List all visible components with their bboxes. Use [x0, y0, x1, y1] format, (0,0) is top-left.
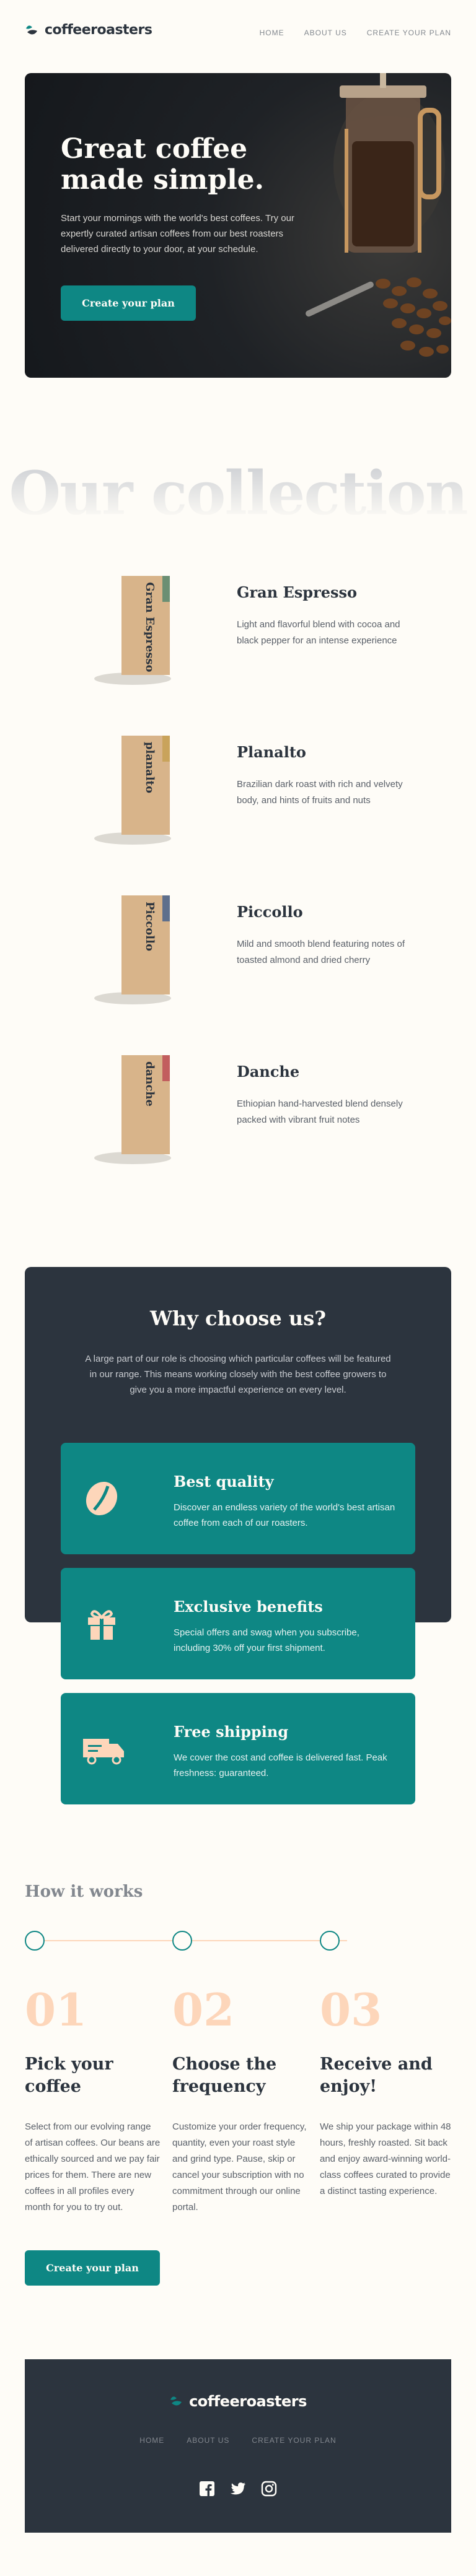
feature-title: Best quality: [174, 1473, 274, 1490]
footer-nav-about-us[interactable]: ABOUT US: [187, 2436, 229, 2445]
step-text: Customize your order frequency, quantity…: [172, 2121, 307, 2213]
svg-text:planalto: planalto: [143, 742, 156, 793]
feature-text: Discover an endless variety of the world…: [174, 1502, 395, 1528]
product-description: Ethiopian hand-harvested blend densely p…: [237, 1099, 403, 1125]
hero-description: Start your mornings with the world's bes…: [61, 213, 294, 255]
footer-logo[interactable]: coffeeroasters: [25, 2393, 451, 2410]
product-description: Brazilian dark roast with rich and velve…: [237, 779, 403, 806]
feature-title: Free shipping: [174, 1723, 289, 1741]
logo-text: coffeeroasters: [189, 2393, 307, 2410]
product-description: Mild and smooth blend featuring notes of…: [237, 939, 405, 965]
why-title: Why choose us?: [150, 1307, 326, 1330]
french-press-image: [306, 73, 451, 357]
how-it-works-heading: How it works: [25, 1882, 143, 1901]
social-links: [25, 2481, 451, 2497]
feature-title: Exclusive benefits: [174, 1598, 323, 1616]
product-card: danche Danche Ethiopian hand-harvested b…: [0, 1049, 476, 1191]
bag-stripe: [162, 1055, 170, 1081]
why-description: A large part of our role is choosing whi…: [85, 1354, 391, 1395]
main-nav: HOME ABOUT US CREATE YOUR PLAN: [260, 28, 451, 37]
step-number: 03: [320, 1983, 382, 2036]
step-title: Choose the frequency: [172, 2055, 277, 2096]
nav-home[interactable]: HOME: [260, 28, 284, 37]
logo-text: coffeeroasters: [45, 22, 152, 38]
timeline-dot: [320, 1931, 340, 1951]
feature-text: We cover the cost and coffee is delivere…: [174, 1752, 387, 1778]
product-name: Planalto: [237, 743, 306, 761]
steps-timeline: [25, 1931, 347, 1952]
step-number: 02: [172, 1983, 235, 2036]
product-name: Danche: [237, 1063, 300, 1081]
footer-nav-create-plan[interactable]: CREATE YOUR PLAN: [252, 2436, 336, 2445]
nav-about-us[interactable]: ABOUT US: [304, 28, 347, 37]
hero-banner: Great coffee made simple. Start your mor…: [25, 73, 451, 378]
step-title: Pick your coffee: [25, 2055, 113, 2096]
feature-card-quality: Best quality Discover an endless variety…: [61, 1443, 415, 1554]
step-3: 03 Receive and enjoy! We ship your packa…: [320, 1985, 456, 2200]
site-header: coffeeroasters HOME ABOUT US CREATE YOUR…: [0, 0, 476, 62]
product-card: Piccollo Piccollo Mild and smooth blend …: [0, 889, 476, 1032]
step-1: 01 Pick your coffee Select from our evol…: [25, 1985, 161, 2216]
create-plan-button[interactable]: Create your plan: [61, 285, 196, 321]
gift-icon: [88, 1610, 115, 1640]
bag-stripe: [162, 576, 170, 602]
bag-stripe: [162, 736, 170, 762]
product-card: Gran Espresso Gran Espresso Light and fl…: [0, 570, 476, 712]
svg-text:Piccollo: Piccollo: [143, 902, 156, 951]
step-text: We ship your package within 48 hours, fr…: [320, 2121, 451, 2196]
nav-create-plan[interactable]: CREATE YOUR PLAN: [367, 28, 451, 37]
product-card: planalto Planalto Brazilian dark roast w…: [0, 729, 476, 872]
timeline-dot: [25, 1931, 45, 1951]
svg-text:Gran Espresso: Gran Espresso: [143, 582, 156, 672]
feature-card-shipping: Free shipping We cover the cost and coff…: [61, 1693, 415, 1804]
collection-title: Our collection: [0, 458, 476, 528]
step-text: Select from our evolving range of artisa…: [25, 2121, 161, 2213]
coffee-bag-image: Gran Espresso: [89, 570, 188, 687]
instagram-icon[interactable]: [261, 2481, 277, 2497]
step-title: Receive and enjoy!: [320, 2055, 433, 2096]
logo-mark-icon: [26, 25, 37, 35]
footer-nav: HOME ABOUT US CREATE YOUR PLAN: [25, 2436, 451, 2445]
feature-text: Special offers and swag when you subscri…: [174, 1627, 359, 1653]
create-plan-button[interactable]: Create your plan: [25, 2250, 160, 2286]
product-description: Light and flavorful blend with cocoa and…: [237, 619, 400, 646]
bag-stripe: [162, 895, 170, 921]
twitter-icon[interactable]: [230, 2481, 246, 2497]
truck-icon: [83, 1739, 124, 1765]
coffee-bag-image: danche: [89, 1049, 188, 1167]
product-name: Gran Espresso: [237, 583, 358, 601]
facebook-icon[interactable]: [199, 2481, 215, 2497]
coffee-bag-image: planalto: [89, 729, 188, 847]
svg-text:danche: danche: [143, 1061, 156, 1107]
feature-card-benefits: Exclusive benefits Special offers and sw…: [61, 1568, 415, 1679]
timeline-dot: [172, 1931, 192, 1951]
hero-title: Great coffee made simple.: [61, 133, 264, 196]
site-footer: coffeeroasters HOME ABOUT US CREATE YOUR…: [25, 2359, 451, 2533]
coffee-bean-icon: [86, 1481, 118, 1516]
footer-nav-home[interactable]: HOME: [139, 2436, 164, 2445]
step-2: 02 Choose the frequency Customize your o…: [172, 1985, 309, 2216]
product-name: Piccollo: [237, 903, 303, 921]
step-number: 01: [25, 1983, 87, 2036]
logo-mark-icon: [170, 2396, 182, 2406]
logo[interactable]: coffeeroasters: [25, 22, 152, 38]
coffee-bag-image: Piccollo: [89, 889, 188, 1007]
